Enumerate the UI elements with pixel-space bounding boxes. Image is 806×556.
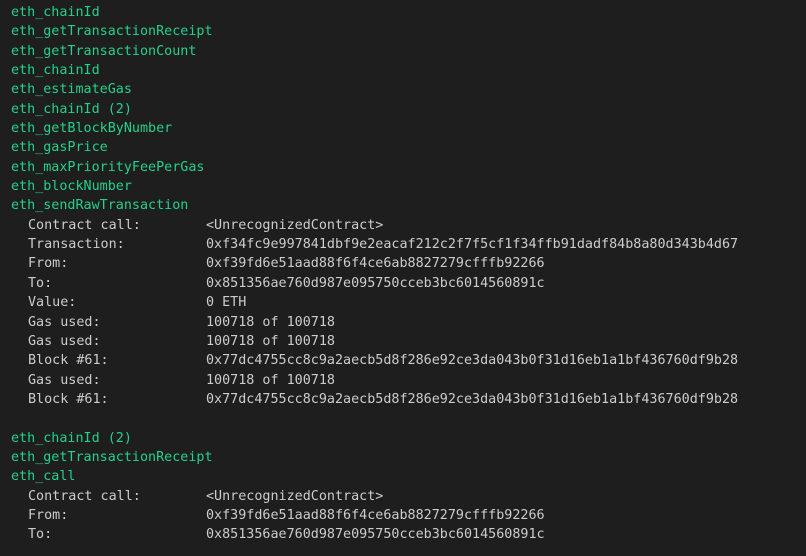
detail-label: Transaction: [28, 237, 125, 253]
detail-value: 0xf34fc9e997841dbf9e2eacaf212c2f7f5cf1f3… [206, 237, 739, 253]
detail-label: To: [28, 527, 53, 543]
detail-label: Contract call: [28, 217, 141, 233]
rpc-method-line: eth_chainId [11, 5, 100, 20]
transaction-detail-row: To: 0x851356ae760d987e095750cceb3bc601456… [11, 525, 806, 544]
rpc-method-line: eth_getTransactionCount [11, 43, 197, 59]
transaction-detail-row: From: 0xf39fd6e51aad88f6f4ce6ab8827279cff… [11, 254, 806, 273]
rpc-method-line: eth_chainId (2) [11, 430, 132, 446]
detail-value: 0x851356ae760d987e095750cceb3bc601456089… [206, 527, 545, 543]
transaction-detail-row: Contract call: <UnrecognizedContract> [11, 487, 806, 506]
detail-label: Block #61: [28, 391, 109, 407]
transaction-detail-row: Gas used: 100718 of 100718 [11, 332, 806, 351]
detail-value: 0xf39fd6e51aad88f6f4ce6ab8827279cfffb922… [206, 507, 545, 523]
detail-value: <UnrecognizedContract> [206, 488, 384, 504]
detail-value: 100718 of 100718 [206, 372, 335, 388]
detail-label: Value: [28, 295, 77, 311]
detail-value: 0x77dc4755cc8c9a2aecb5d8f286e92ce3da043b… [206, 391, 739, 407]
detail-value: 0 ETH [206, 295, 247, 311]
rpc-method-line: eth_getBlockByNumber [11, 121, 173, 137]
transaction-detail-row: From: 0xf39fd6e51aad88f6f4ce6ab8827279cff… [11, 506, 806, 525]
detail-label: To: [28, 275, 53, 291]
detail-value: 0x851356ae760d987e095750cceb3bc601456089… [206, 275, 545, 291]
rpc-method-line: eth_chainId (2) [11, 101, 132, 117]
transaction-detail-row: Transaction: 0xf34fc9e997841dbf9e2eacaf21… [11, 235, 806, 254]
detail-value: <UnrecognizedContract> [206, 217, 384, 233]
detail-label: Block #61: [28, 353, 109, 369]
rpc-method-line: eth_getTransactionReceipt [11, 449, 213, 465]
transaction-detail-row: Gas used: 100718 of 100718 [11, 371, 806, 390]
rpc-method-line: eth_maxPriorityFeePerGas [11, 159, 205, 175]
rpc-method-line: eth_call [11, 469, 76, 485]
detail-label: From: [28, 507, 69, 523]
transaction-detail-row: To: 0x851356ae760d987e095750cceb3bc601456… [11, 274, 806, 293]
rpc-method-line: eth_gasPrice [11, 140, 108, 156]
detail-value: 100718 of 100718 [206, 314, 335, 330]
rpc-method-line: eth_chainId [11, 63, 100, 79]
transaction-detail-row: Block #61: 0x77dc4755cc8c9a2aecb5d8f286e9… [11, 390, 806, 409]
rpc-method-line: eth_estimateGas [11, 82, 132, 98]
detail-label: Contract call: [28, 488, 141, 504]
detail-value: 100718 of 100718 [206, 333, 335, 349]
transaction-detail-row: Gas used: 100718 of 100718 [11, 313, 806, 332]
rpc-method-line: eth_sendRawTransaction [11, 198, 189, 214]
transaction-detail-row: Value: 0 ETH [11, 293, 806, 312]
detail-label: Gas used: [28, 314, 101, 330]
rpc-method-line: eth_getTransactionReceipt [11, 24, 213, 40]
detail-label: Gas used: [28, 333, 101, 349]
transaction-detail-row: Contract call: <UnrecognizedContract> [11, 216, 806, 235]
transaction-detail-row: Block #61: 0x77dc4755cc8c9a2aecb5d8f286e9… [11, 351, 806, 370]
detail-value: 0xf39fd6e51aad88f6f4ce6ab8827279cfffb922… [206, 256, 545, 272]
detail-value: 0x77dc4755cc8c9a2aecb5d8f286e92ce3da043b… [206, 353, 739, 369]
rpc-method-line: eth_blockNumber [11, 179, 132, 195]
terminal-output[interactable]: eth_chainId eth_getTransactionReceipt eth_… [0, 0, 806, 556]
detail-label: From: [28, 256, 69, 272]
detail-label: Gas used: [28, 372, 101, 388]
